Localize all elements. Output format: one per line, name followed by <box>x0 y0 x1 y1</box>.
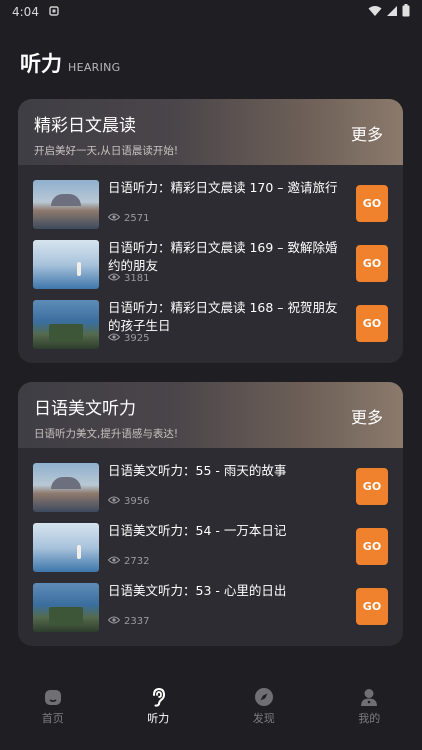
eye-icon <box>107 616 121 627</box>
notification-icon <box>49 5 59 19</box>
home-icon <box>43 687 63 707</box>
section-description: 日语听力美文,提升语感与表达! <box>34 428 179 440</box>
status-bar: 4:04 <box>0 0 422 24</box>
tab-label: 首页 <box>41 712 64 725</box>
go-button[interactable]: GO <box>356 305 388 342</box>
tab-hearing[interactable]: 听力 <box>106 680 212 750</box>
bottom-tab-bar: 首页 听力 发现 我的 <box>0 680 422 750</box>
lesson-thumbnail <box>33 180 99 229</box>
lesson-thumbnail <box>33 300 99 349</box>
section-header: 日语美文听力 日语听力美文,提升语感与表达! 更多 <box>18 382 403 448</box>
view-count: 2732 <box>107 556 150 567</box>
go-button[interactable]: GO <box>356 245 388 282</box>
view-count-value: 3956 <box>124 496 150 507</box>
view-count-value: 3181 <box>124 273 150 284</box>
go-button[interactable]: GO <box>356 468 388 505</box>
view-count: 3181 <box>107 273 150 284</box>
eye-icon <box>107 333 121 344</box>
tab-home[interactable]: 首页 <box>0 680 106 750</box>
section-title: 日语美文听力 <box>34 399 136 419</box>
eye-icon <box>107 273 121 284</box>
battery-icon <box>402 4 410 20</box>
eye-icon <box>107 496 121 507</box>
page-subtitle: HEARING <box>68 61 121 74</box>
status-time: 4:04 <box>12 5 39 19</box>
view-count: 3925 <box>107 333 150 344</box>
list-item[interactable]: 日语美文听力：54 - 一万本日记 2732 GO <box>33 522 388 582</box>
list-item[interactable]: 日语美文听力：55 - 雨天的故事 3956 GO <box>33 462 388 522</box>
page-header: 听力 HEARING <box>20 48 121 78</box>
tab-discover[interactable]: 发现 <box>211 680 317 750</box>
section-title: 精彩日文晨读 <box>34 116 136 136</box>
view-count: 2571 <box>107 213 150 224</box>
view-count-value: 2571 <box>124 213 150 224</box>
tab-label: 我的 <box>358 712 381 725</box>
lesson-title: 日语美文听力：55 - 雨天的故事 <box>108 463 287 478</box>
lesson-title: 日语听力：精彩日文晨读 170 – 邀请旅行 <box>108 180 338 195</box>
go-button[interactable]: GO <box>356 528 388 565</box>
lesson-title: 日语听力：精彩日文晨读 168 – 祝贺朋友的孩子生日 <box>108 300 338 333</box>
lesson-list: 日语美文听力：55 - 雨天的故事 3956 GO 日语美文听力：54 - 一万… <box>18 448 403 642</box>
lesson-thumbnail <box>33 463 99 512</box>
more-button[interactable]: 更多 <box>351 404 383 428</box>
ear-icon <box>148 687 168 707</box>
lesson-thumbnail <box>33 240 99 289</box>
go-button[interactable]: GO <box>356 588 388 625</box>
list-item[interactable]: 日语听力：精彩日文晨读 168 – 祝贺朋友的孩子生日 3925 GO <box>33 299 388 359</box>
list-item[interactable]: 日语听力：精彩日文晨读 170 – 邀请旅行 2571 GO <box>33 179 388 239</box>
view-count: 2337 <box>107 616 150 627</box>
view-count: 3956 <box>107 496 150 507</box>
tab-profile[interactable]: 我的 <box>317 680 422 750</box>
signal-icon <box>386 5 398 20</box>
lesson-thumbnail <box>33 523 99 572</box>
list-item[interactable]: 日语美文听力：53 - 心里的日出 2337 GO <box>33 582 388 642</box>
lesson-title: 日语美文听力：53 - 心里的日出 <box>108 583 287 598</box>
page-title: 听力 <box>20 52 62 76</box>
section-card-morning-reading: 精彩日文晨读 开启美好一天,从日语晨读开始! 更多 日语听力：精彩日文晨读 17… <box>18 99 403 363</box>
lesson-title: 日语美文听力：54 - 一万本日记 <box>108 523 287 538</box>
wifi-icon <box>368 5 382 20</box>
lesson-thumbnail <box>33 583 99 632</box>
compass-icon <box>254 687 274 707</box>
view-count-value: 3925 <box>124 333 150 344</box>
lesson-title: 日语听力：精彩日文晨读 169 – 致解除婚约的朋友 <box>108 240 338 273</box>
section-description: 开启美好一天,从日语晨读开始! <box>34 145 179 157</box>
go-button[interactable]: GO <box>356 185 388 222</box>
view-count-value: 2337 <box>124 616 150 627</box>
more-button[interactable]: 更多 <box>351 121 383 145</box>
list-item[interactable]: 日语听力：精彩日文晨读 169 – 致解除婚约的朋友 3181 GO <box>33 239 388 299</box>
section-header: 精彩日文晨读 开启美好一天,从日语晨读开始! 更多 <box>18 99 403 165</box>
tab-label: 听力 <box>147 712 170 725</box>
eye-icon <box>107 213 121 224</box>
section-card-essay-listening: 日语美文听力 日语听力美文,提升语感与表达! 更多 日语美文听力：55 - 雨天… <box>18 382 403 646</box>
lesson-list: 日语听力：精彩日文晨读 170 – 邀请旅行 2571 GO 日语听力：精彩日文… <box>18 165 403 359</box>
eye-icon <box>107 556 121 567</box>
tab-label: 发现 <box>252 712 275 725</box>
user-icon <box>359 687 379 707</box>
view-count-value: 2732 <box>124 556 150 567</box>
